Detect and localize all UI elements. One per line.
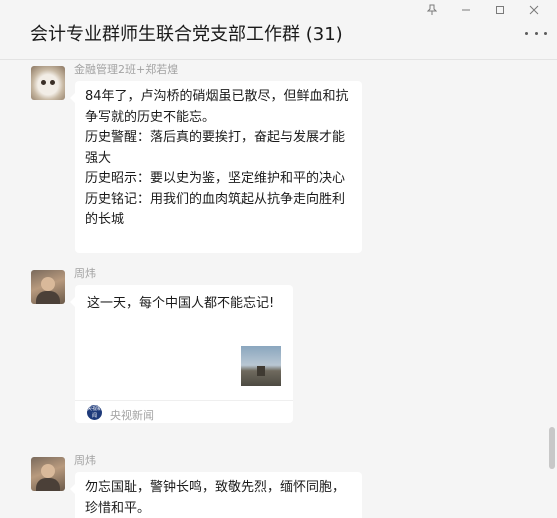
card-title: 这一天，每个中国人都不能忘记!: [87, 296, 275, 311]
message-text: 84年了，卢沟桥的硝烟虽已散尽，但鲜血和抗争写就的历史不能忘。: [85, 89, 349, 125]
sender-name: 金融管理2班+郑若煌: [74, 63, 179, 76]
cctv-news-icon: 央视新闻: [87, 405, 103, 420]
message-bubble[interactable]: 勿忘国耻，警钟长鸣，致敬先烈，缅怀同胞，珍惜和平。: [70, 472, 362, 518]
avatar[interactable]: [31, 457, 65, 491]
close-icon[interactable]: [517, 2, 551, 18]
card-thumbnail: [241, 346, 281, 386]
avatar[interactable]: [31, 270, 65, 304]
minimize-icon[interactable]: [449, 2, 483, 18]
sender-name: 周炜: [74, 267, 96, 280]
shared-link-card[interactable]: 这一天，每个中国人都不能忘记! 央视新闻 央视新闻: [70, 285, 293, 423]
card-source: 央视新闻: [110, 409, 154, 422]
message-list[interactable]: 金融管理2班+郑若煌 84年了，卢沟桥的硝烟虽已散尽，但鲜血和抗争写就的历史不能…: [0, 61, 557, 518]
message-text: 勿忘国耻，警钟长鸣，致敬先烈，缅怀同胞，珍惜和平。: [85, 480, 346, 516]
message-text: 历史昭示：要以史为鉴，坚定维护和平的决心: [85, 171, 346, 186]
pin-icon[interactable]: [415, 2, 449, 18]
scrollbar-thumb[interactable]: [549, 427, 555, 469]
avatar[interactable]: [31, 66, 65, 100]
card-divider: [75, 400, 293, 401]
message-text: 历史铭记：用我们的血肉筑起从抗争走向胜利的长城: [85, 191, 346, 228]
sender-name: 周炜: [74, 454, 96, 467]
message-text: 历史警醒：落后真的要挨打，奋起与发展才能强大: [85, 130, 346, 166]
chat-title: 会计专业群师生联合党支部工作群 (31): [30, 24, 343, 45]
title-bar: 会计专业群师生联合党支部工作群 (31): [0, 0, 557, 60]
maximize-icon[interactable]: [483, 2, 517, 18]
window-controls: [415, 2, 551, 18]
more-options-icon[interactable]: [525, 28, 547, 38]
message-bubble[interactable]: 84年了，卢沟桥的硝烟虽已散尽，但鲜血和抗争写就的历史不能忘。 历史警醒：落后真…: [70, 81, 362, 253]
